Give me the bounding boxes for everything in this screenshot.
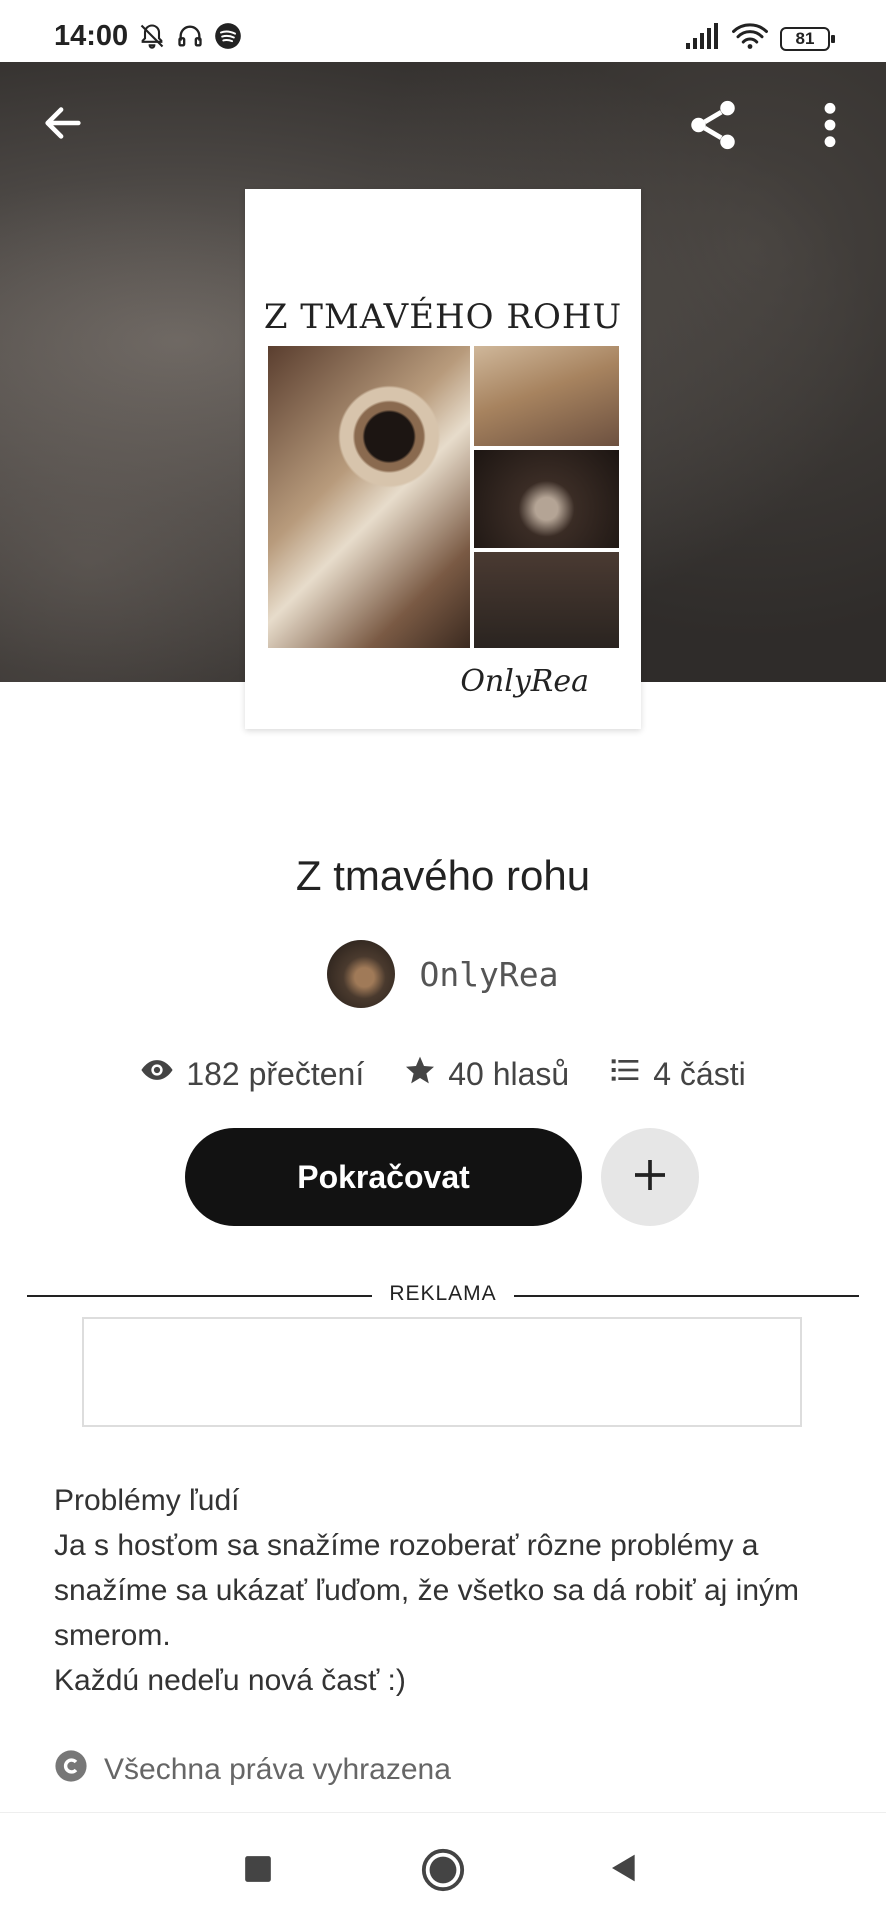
parts-stat: 4 části: [609, 1053, 746, 1095]
cover-collage-image: [268, 346, 619, 648]
status-bar: 14:00 81: [0, 0, 886, 62]
arrow-left-icon: [40, 107, 86, 150]
story-stats: 182 přečtení 40 hlasů 4 části: [0, 1053, 886, 1095]
status-time: 14:00: [54, 20, 129, 52]
votes-count: 40 hlasů: [448, 1055, 570, 1092]
wifi-icon: [732, 22, 768, 55]
cover-photo-stack: [474, 450, 619, 648]
headphones-icon: [176, 22, 204, 55]
ad-slot[interactable]: [82, 1317, 802, 1427]
eye-icon: [140, 1053, 174, 1095]
home-circle-icon: [420, 1848, 466, 1897]
description-line: Ja s hosťom sa snažíme rozoberať rôzne p…: [54, 1529, 759, 1562]
divider-line-right: [514, 1295, 859, 1297]
home-button[interactable]: [420, 1847, 466, 1898]
description-line: Každú nedeľu nová časť :): [54, 1664, 406, 1697]
votes-stat: 40 hlasů: [404, 1053, 569, 1095]
continue-reading-button[interactable]: Pokračovat: [185, 1128, 582, 1226]
ad-label: REKLAMA: [389, 1282, 497, 1305]
cover-signature: OnlyRea: [460, 664, 589, 699]
description-line: Problémy ľudí: [54, 1484, 240, 1517]
cover-photo-book-coffee: [268, 346, 470, 648]
list-icon: [609, 1054, 641, 1094]
star-icon: [404, 1054, 436, 1094]
cover-title: Z TMAVÉHO ROHU: [263, 297, 623, 337]
more-options-button[interactable]: [818, 100, 842, 155]
description-line: snažíme sa ukázať ľuďom, že všetko sa dá…: [54, 1574, 800, 1607]
square-icon: [244, 1856, 272, 1887]
copyright-label: Všechna práva vyhrazena: [104, 1753, 451, 1786]
cover-photo-books: [474, 346, 619, 446]
recents-button[interactable]: [244, 1855, 272, 1888]
story-title: Z tmavého rohu: [295, 852, 591, 899]
battery-level: 81: [795, 28, 815, 48]
battery-icon: 81: [780, 26, 836, 52]
ad-divider: REKLAMA: [27, 1282, 859, 1310]
more-vert-icon: [818, 102, 842, 154]
spotify-icon: [214, 22, 242, 55]
author-avatar[interactable]: [327, 940, 396, 1008]
share-icon: [684, 100, 742, 158]
description-line: smerom.: [54, 1619, 171, 1652]
story-description: Problémy ľudí Ja s hosťom sa snažíme roz…: [54, 1478, 844, 1703]
author-row[interactable]: OnlyRea: [0, 940, 886, 1008]
plus-icon: [630, 1155, 670, 1200]
signal-icon: [686, 23, 720, 54]
book-cover: Z TMAVÉHO ROHU OnlyRea: [245, 189, 641, 729]
triangle-back-icon: [608, 1854, 640, 1889]
system-back-button[interactable]: [608, 1851, 640, 1890]
reads-count: 182 přečtení: [186, 1055, 365, 1092]
author-name[interactable]: OnlyRea: [419, 955, 558, 994]
mute-bell-icon: [138, 22, 166, 55]
copyright-row: Všechna práva vyhrazena: [54, 1749, 451, 1791]
reads-stat: 182 přečtení: [140, 1053, 364, 1095]
system-nav-bar: [0, 1812, 886, 1921]
copyright-icon: [54, 1749, 88, 1791]
parts-count: 4 části: [653, 1055, 746, 1092]
add-to-library-button[interactable]: [601, 1128, 699, 1226]
back-button[interactable]: [40, 100, 86, 151]
share-button[interactable]: [684, 96, 742, 159]
